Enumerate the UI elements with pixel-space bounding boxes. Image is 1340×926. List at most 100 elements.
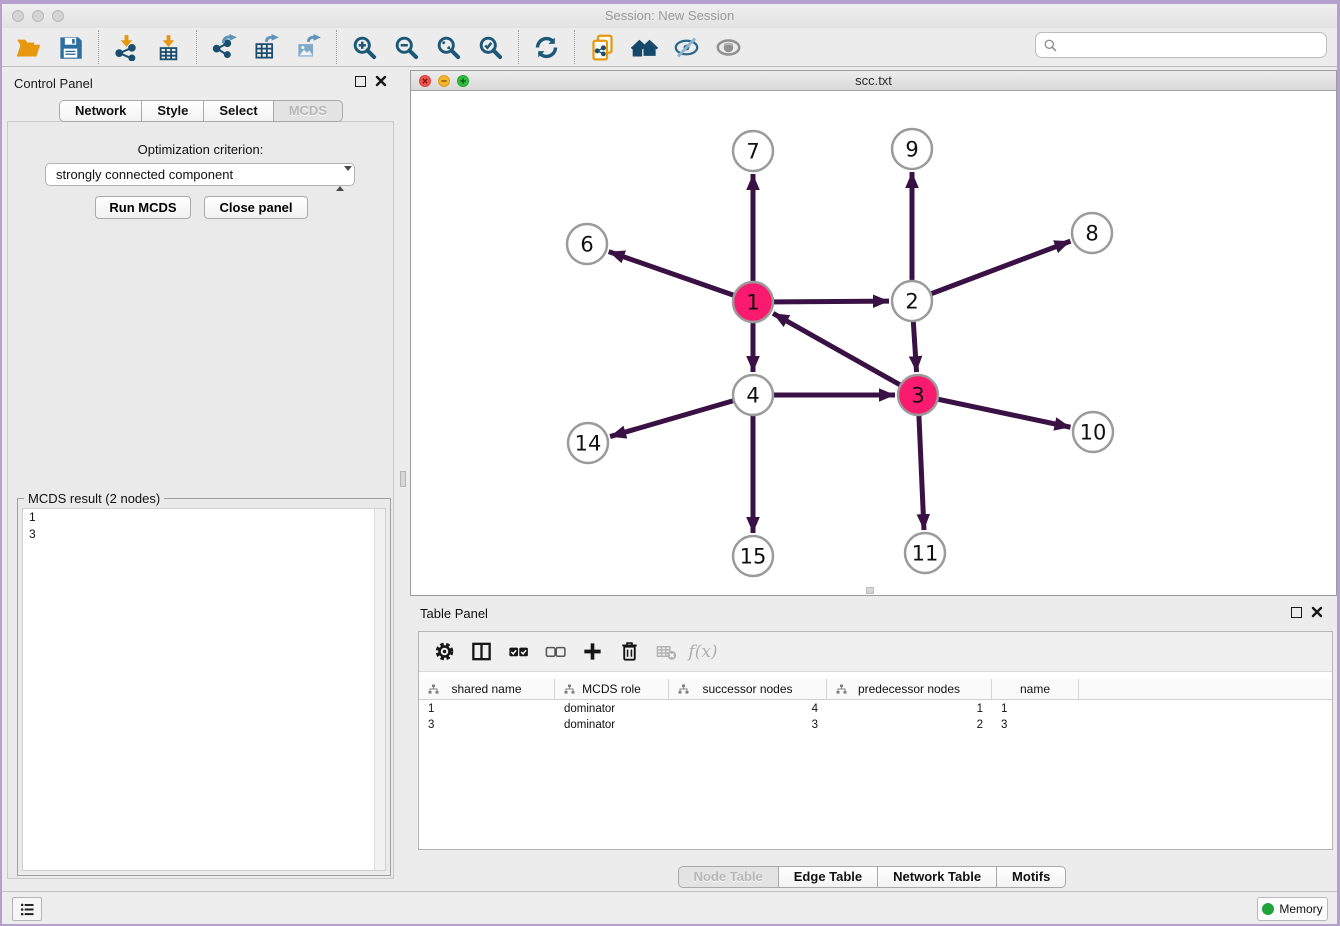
- mcds-result-title: MCDS result (2 nodes): [24, 491, 164, 506]
- memory-status-icon: [1262, 903, 1274, 915]
- graph-edge-1-6[interactable]: [609, 252, 753, 302]
- close-panel-icon[interactable]: [375, 75, 387, 87]
- close-table-panel-icon[interactable]: [1311, 606, 1323, 618]
- zoom-out-icon[interactable]: [388, 31, 424, 63]
- tab-select[interactable]: Select: [203, 100, 272, 122]
- minimize-window-button[interactable]: [32, 10, 44, 22]
- result-scrollbar[interactable]: [374, 509, 385, 870]
- table-toolbar: f(x): [419, 632, 1332, 672]
- home-icon[interactable]: [626, 31, 662, 63]
- maximize-network-button[interactable]: [457, 75, 469, 87]
- graph-node-label: 1: [746, 291, 759, 315]
- mcds-result-item[interactable]: 3: [23, 526, 385, 543]
- mcds-panel: Optimization criterion: strongly connect…: [7, 121, 394, 879]
- mcds-result-list[interactable]: 1 3: [22, 508, 386, 871]
- mcds-result-group: MCDS result (2 nodes) 1 3: [17, 498, 391, 876]
- float-table-panel-icon[interactable]: [1291, 607, 1302, 618]
- network-view-window: scc.txt 7968124314101511: [410, 70, 1337, 596]
- hierarchy-icon: [428, 684, 439, 695]
- graph-edge-4-14[interactable]: [610, 395, 753, 437]
- mcds-result-item[interactable]: 1: [23, 509, 385, 526]
- show-panels-menu-button[interactable]: [12, 897, 42, 921]
- close-network-button[interactable]: [419, 75, 431, 87]
- graph-node-label: 3: [911, 384, 924, 408]
- column-header[interactable]: MCDS role: [555, 679, 669, 699]
- graph-edge-3-1[interactable]: [773, 313, 918, 395]
- export-table-icon[interactable]: [248, 31, 284, 63]
- criterion-select[interactable]: strongly connected component: [45, 163, 355, 186]
- function-builder-icon[interactable]: f(x): [686, 636, 720, 668]
- app-window: Session: New Session Control: [2, 4, 1337, 924]
- delete-table-icon[interactable]: [649, 636, 683, 668]
- open-session-icon[interactable]: [10, 31, 46, 63]
- network-title: scc.txt: [411, 71, 1336, 91]
- table-header-row: shared name MCDS role successor nodes pr…: [419, 679, 1332, 700]
- hierarchy-icon: [836, 684, 847, 695]
- run-mcds-button[interactable]: Run MCDS: [95, 196, 191, 219]
- control-panel: Control Panel Network Style Select MCDS …: [3, 67, 399, 891]
- graph-node-label: 9: [905, 138, 918, 162]
- zoom-selected-icon[interactable]: [472, 31, 508, 63]
- toolbar-separator: [336, 30, 337, 64]
- list-icon: [19, 901, 36, 918]
- maximize-window-button[interactable]: [52, 10, 64, 22]
- network-window-titlebar[interactable]: scc.txt: [411, 71, 1336, 91]
- graph-node-label: 8: [1085, 222, 1098, 246]
- graph-node-label: 6: [580, 233, 593, 257]
- graph-node-label: 2: [905, 290, 918, 314]
- select-all-rows-icon[interactable]: [501, 636, 535, 668]
- column-header[interactable]: successor nodes: [669, 679, 827, 699]
- divider-handle-icon[interactable]: [400, 471, 406, 487]
- tab-network[interactable]: Network: [59, 100, 141, 122]
- float-panel-icon[interactable]: [355, 76, 366, 87]
- add-row-icon[interactable]: [575, 636, 609, 668]
- hide-graphics-details-icon[interactable]: [668, 31, 704, 63]
- import-table-icon[interactable]: [150, 31, 186, 63]
- graph-node-label: 4: [746, 384, 759, 408]
- tab-edge-table[interactable]: Edge Table: [778, 866, 877, 888]
- optimization-criterion-label: Optimization criterion:: [8, 142, 393, 157]
- toolbar-separator: [196, 30, 197, 64]
- table-panel: Table Panel f(x): [407, 600, 1337, 891]
- settings-gear-icon[interactable]: [427, 636, 461, 668]
- copy-current-network-icon[interactable]: [584, 31, 620, 63]
- save-session-icon[interactable]: [52, 31, 88, 63]
- export-network-icon[interactable]: [206, 31, 242, 63]
- memory-button[interactable]: Memory: [1257, 897, 1328, 921]
- refresh-icon[interactable]: [528, 31, 564, 63]
- hierarchy-icon: [678, 684, 689, 695]
- import-network-icon[interactable]: [108, 31, 144, 63]
- delete-row-trash-icon[interactable]: [612, 636, 646, 668]
- graph-node-label: 15: [740, 545, 767, 569]
- tab-motifs[interactable]: Motifs: [996, 866, 1066, 888]
- graph-edge-3-10[interactable]: [918, 395, 1070, 427]
- show-graphics-details-icon[interactable]: [710, 31, 746, 63]
- search-input[interactable]: [1035, 32, 1327, 58]
- canvas-resize-handle[interactable]: [866, 587, 874, 594]
- close-panel-button[interactable]: Close panel: [204, 196, 308, 219]
- tab-mcds[interactable]: MCDS: [273, 100, 343, 122]
- panel-divider[interactable]: [399, 67, 407, 891]
- table-row[interactable]: 1 dominator 4 1 1: [419, 701, 1332, 717]
- close-window-button[interactable]: [12, 10, 24, 22]
- graph-edge-2-8[interactable]: [912, 241, 1070, 301]
- tab-style[interactable]: Style: [141, 100, 203, 122]
- zoom-in-icon[interactable]: [346, 31, 382, 63]
- graph-node-label: 14: [575, 432, 602, 456]
- control-panel-tabs: Network Style Select MCDS: [3, 100, 399, 122]
- network-canvas[interactable]: 7968124314101511: [411, 92, 1338, 595]
- column-header[interactable]: shared name: [419, 679, 555, 699]
- table-tabs: Node Table Edge Table Network Table Moti…: [407, 866, 1337, 888]
- table-row[interactable]: 3 dominator 3 2 3: [419, 717, 1332, 733]
- tab-node-table[interactable]: Node Table: [678, 866, 778, 888]
- hierarchy-icon: [564, 684, 575, 695]
- show-columns-icon[interactable]: [464, 636, 498, 668]
- column-header[interactable]: name: [992, 679, 1079, 699]
- control-panel-title: Control Panel: [14, 76, 93, 91]
- fit-content-icon[interactable]: [430, 31, 466, 63]
- deselect-all-rows-icon[interactable]: [538, 636, 572, 668]
- export-image-icon[interactable]: [290, 31, 326, 63]
- tab-network-table[interactable]: Network Table: [877, 866, 996, 888]
- minimize-network-button[interactable]: [438, 75, 450, 87]
- column-header[interactable]: predecessor nodes: [827, 679, 992, 699]
